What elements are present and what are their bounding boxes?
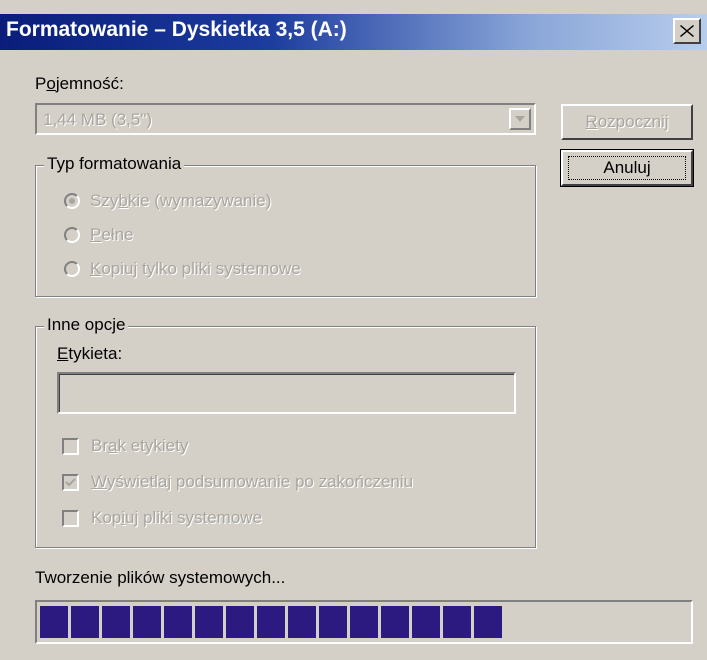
title-bar: Formatowanie – Dyskietka 3,5 (A:) [0, 14, 707, 50]
status-text: Tworzenie plików systemowych... [35, 568, 286, 587]
capacity-value: 1,44 MB (3,5") [43, 110, 153, 129]
radio-system-only[interactable]: Kopiuj tylko pliki systemowe [64, 259, 301, 279]
progress-block [412, 606, 440, 638]
progress-block [164, 606, 192, 638]
progress-block [350, 606, 378, 638]
progress-block [102, 606, 130, 638]
checkbox[interactable] [62, 437, 79, 455]
volume-label-field[interactable] [57, 372, 516, 414]
close-button[interactable] [673, 18, 701, 44]
progress-block [195, 606, 223, 638]
checkbox[interactable] [62, 473, 79, 491]
checkbox-no-label[interactable]: Brak etykiety [62, 436, 188, 456]
close-icon [680, 25, 694, 37]
progress-block [133, 606, 161, 638]
checkbox[interactable] [62, 509, 79, 527]
progress-block [40, 606, 68, 638]
checkbox-show-summary[interactable]: Wyświetlaj podsumowanie po zakończeniu [62, 472, 413, 492]
start-button[interactable]: Rozpocznij [561, 104, 693, 140]
progress-block [381, 606, 409, 638]
progress-block [288, 606, 316, 638]
radio-button[interactable] [64, 261, 80, 277]
progress-block [443, 606, 471, 638]
progress-block [226, 606, 254, 638]
window-title: Formatowanie – Dyskietka 3,5 (A:) [6, 18, 347, 41]
other-options-legend: Inne opcje [44, 315, 129, 335]
format-type-legend: Typ formatowania [44, 154, 185, 174]
radio-quick[interactable]: Szybkie (wymazywanie) [64, 191, 271, 211]
volume-label-caption: Etykieta: [57, 344, 123, 363]
capacity-label: Pojemność: [35, 74, 124, 93]
radio-button[interactable] [64, 193, 80, 209]
checkbox-copy-system[interactable]: Kopiuj pliki systemowe [62, 508, 262, 528]
capacity-select[interactable]: 1,44 MB (3,5") [35, 103, 536, 135]
progress-block [257, 606, 285, 638]
cancel-button-label: Anuluj [603, 158, 651, 177]
progress-block [474, 606, 502, 638]
volume-label-input[interactable] [59, 374, 514, 412]
radio-button[interactable] [64, 227, 80, 243]
capacity-dropdown-button[interactable] [509, 108, 531, 130]
format-dialog: Formatowanie – Dyskietka 3,5 (A:) Pojemn… [0, 0, 707, 660]
chevron-down-icon [515, 116, 525, 122]
progress-block [71, 606, 99, 638]
radio-full[interactable]: Pełne [64, 225, 133, 245]
format-type-group: Typ formatowania Szybkie (wymazywanie) P… [35, 154, 536, 297]
progress-block [319, 606, 347, 638]
progress-bar [35, 600, 693, 644]
cancel-button[interactable]: Anuluj [560, 149, 694, 187]
checkmark-icon [65, 477, 76, 487]
